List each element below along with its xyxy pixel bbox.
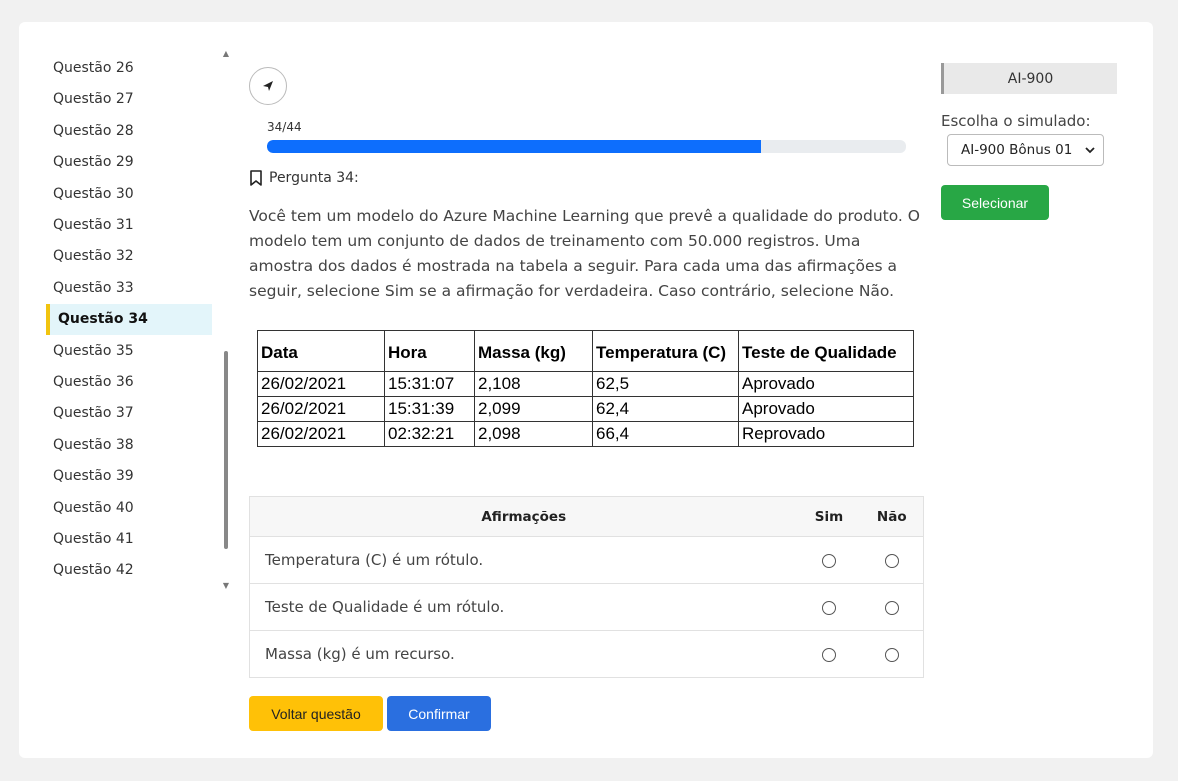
affirmation-text: Teste de Qualidade é um rótulo. xyxy=(249,583,798,631)
sidebar-item-question[interactable]: Questão 39 xyxy=(46,461,212,492)
no-header: Não xyxy=(860,496,924,537)
scroll-thumb[interactable] xyxy=(224,351,228,549)
sidebar-item-question[interactable]: Questão 29 xyxy=(46,147,212,178)
no-radio[interactable] xyxy=(884,600,899,615)
progress-label: 34/44 xyxy=(267,120,302,134)
affirmation-text: Massa (kg) é um recurso. xyxy=(249,630,798,678)
sidebar-item-question[interactable]: Questão 34 xyxy=(46,304,212,336)
sidebar-item-question[interactable]: Questão 40 xyxy=(46,493,212,524)
sidebar-item-question[interactable]: Questão 27 xyxy=(46,84,212,115)
exam-tag: AI-900 xyxy=(941,63,1117,94)
no-radio[interactable] xyxy=(884,647,899,662)
data-table-cell: Aprovado xyxy=(738,396,914,422)
sidebar-item-question[interactable]: Questão 38 xyxy=(46,430,212,461)
yes-header: Sim xyxy=(797,496,861,537)
main-card: Questão 26 Questão 27 Questão 28 Questão 29… xyxy=(19,22,1153,758)
no-option-cell xyxy=(860,536,924,584)
question-sidebar: Questão 26 Questão 27 Questão 28 Questão 29… xyxy=(46,50,212,590)
sidebar-item-question[interactable]: Questão 42 xyxy=(46,555,212,586)
data-table-header: Temperatura (C) xyxy=(592,330,739,372)
yes-option-cell xyxy=(797,536,861,584)
sidebar-item-question[interactable]: Questão 28 xyxy=(46,116,212,147)
sidebar-item-question[interactable]: Questão 32 xyxy=(46,241,212,272)
data-table-header: Hora xyxy=(384,330,475,372)
yes-radio[interactable] xyxy=(822,647,836,662)
sidebar-scrollbar[interactable]: ▲ ▼ xyxy=(222,50,230,590)
progress-bar xyxy=(267,140,906,153)
sim-select-label: Escolha o simulado: xyxy=(941,112,1091,130)
scroll-down-icon[interactable]: ▼ xyxy=(222,582,230,590)
question-text: Você tem um modelo do Azure Machine Lear… xyxy=(249,207,920,300)
sidebar-item-question[interactable]: Questão 26 xyxy=(46,53,212,84)
sidebar-item-question[interactable]: Questão 31 xyxy=(46,210,212,241)
chevron-down-icon xyxy=(1085,147,1095,154)
table-row: 26/02/2021 15:31:07 2,108 62,5 Aprovado xyxy=(257,371,914,397)
no-option-cell xyxy=(860,583,924,631)
sidebar-item-question[interactable]: Questão 41 xyxy=(46,524,212,555)
data-table-cell: 2,099 xyxy=(474,396,593,422)
no-radio[interactable] xyxy=(884,553,899,568)
sidebar-item-question[interactable]: Questão 37 xyxy=(46,398,212,429)
back-arrow-icon xyxy=(263,81,273,91)
affirmations-header: Afirmações xyxy=(249,496,798,537)
data-table-cell: 66,4 xyxy=(592,421,739,447)
scroll-up-icon[interactable]: ▲ xyxy=(222,50,230,58)
data-table-cell: Reprovado xyxy=(738,421,914,447)
sim-select-value: AI-900 Bônus 01 xyxy=(961,142,1073,158)
confirm-button[interactable]: Confirmar xyxy=(387,696,491,731)
data-table-cell: 15:31:39 xyxy=(384,396,475,422)
table-row: 26/02/2021 15:31:39 2,099 62,4 Aprovado xyxy=(257,396,914,422)
data-table-header: Massa (kg) xyxy=(474,330,593,372)
affirmation-text: Temperatura (C) é um rótulo. xyxy=(249,536,798,584)
data-table-cell: 15:31:07 xyxy=(384,371,475,397)
yes-radio[interactable] xyxy=(822,600,836,615)
sidebar-item-question[interactable]: Questão 30 xyxy=(46,179,212,210)
no-option-cell xyxy=(860,630,924,678)
table-row: 26/02/2021 02:32:21 2,098 66,4 Reprovado xyxy=(257,421,914,447)
data-table-cell: 2,108 xyxy=(474,371,593,397)
question-heading: Pergunta 34: xyxy=(249,170,359,186)
affirmations-table: Afirmações Sim Não Temperatura (C) é um … xyxy=(249,496,924,678)
data-table-cell: 62,4 xyxy=(592,396,739,422)
data-table-cell: 26/02/2021 xyxy=(257,421,385,447)
back-button[interactable] xyxy=(249,67,287,105)
select-button[interactable]: Selecionar xyxy=(941,185,1049,220)
data-table-cell: 2,098 xyxy=(474,421,593,447)
yes-option-cell xyxy=(797,583,861,631)
sidebar-item-question[interactable]: Questão 33 xyxy=(46,273,212,304)
data-table-cell: Aprovado xyxy=(738,371,914,397)
back-question-button[interactable]: Voltar questão xyxy=(249,696,383,731)
bookmark-icon[interactable] xyxy=(249,170,263,186)
data-table-header: Teste de Qualidade xyxy=(738,330,914,372)
affirmation-row: Teste de Qualidade é um rótulo. xyxy=(249,583,924,631)
sidebar-item-question[interactable]: Questão 35 xyxy=(46,336,212,367)
data-table-header: Data xyxy=(257,330,385,372)
yes-option-cell xyxy=(797,630,861,678)
data-table-cell: 26/02/2021 xyxy=(257,396,385,422)
question-heading-label: Pergunta 34: xyxy=(269,170,359,186)
data-table-cell: 62,5 xyxy=(592,371,739,397)
sim-select[interactable]: AI-900 Bônus 01 xyxy=(947,134,1104,166)
sample-data-table: Data Hora Massa (kg) Temperatura (C) Teste d… xyxy=(257,330,914,447)
affirmation-row: Massa (kg) é um recurso. xyxy=(249,630,924,678)
affirmation-row: Temperatura (C) é um rótulo. xyxy=(249,536,924,584)
data-table-cell: 02:32:21 xyxy=(384,421,475,447)
sidebar-item-question[interactable]: Questão 36 xyxy=(46,367,212,398)
yes-radio[interactable] xyxy=(822,553,836,568)
progress-fill xyxy=(267,140,761,153)
data-table-cell: 26/02/2021 xyxy=(257,371,385,397)
